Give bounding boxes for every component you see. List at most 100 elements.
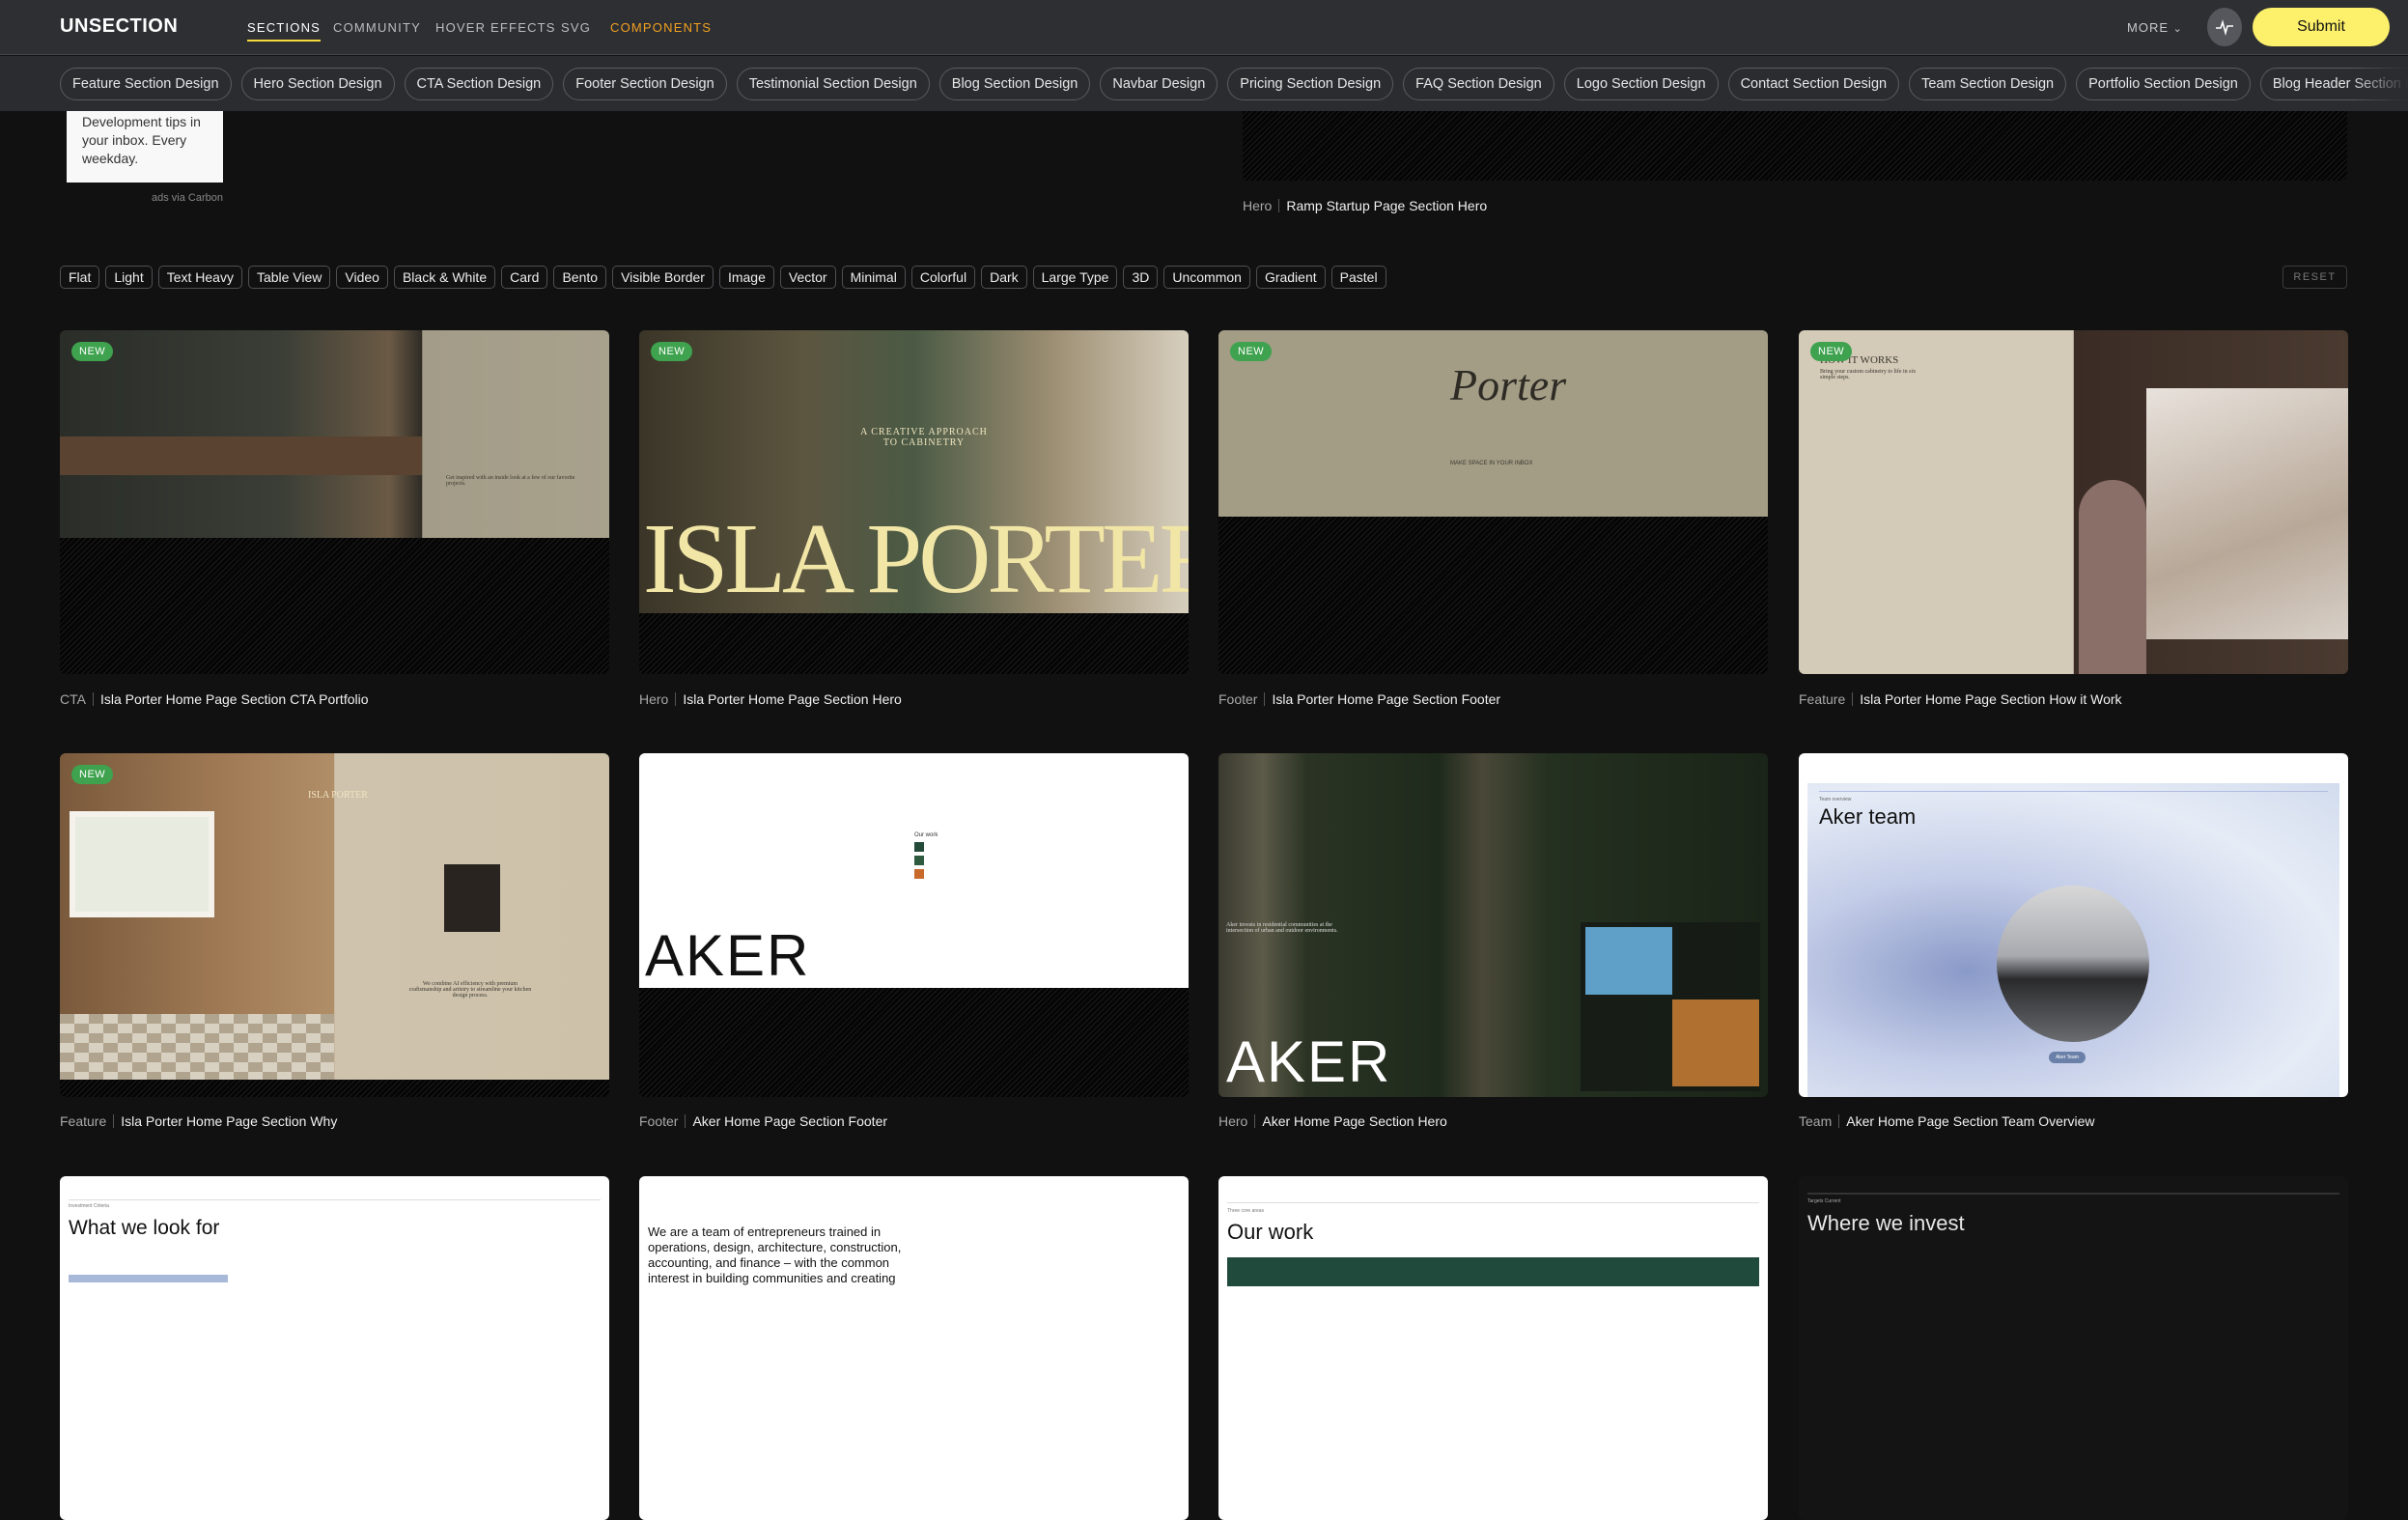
thumb-subtitle: Team overview [1819,797,1852,802]
caption-title: Aker Home Page Section Hero [1262,1113,1447,1129]
filter-chip[interactable]: Bento [553,266,607,289]
ad-note[interactable]: ads via Carbon [97,192,223,204]
category-chip[interactable]: Contact Section Design [1727,68,1900,100]
thumb-button: Aker Team [2049,1052,2086,1063]
filter-chip[interactable]: Pastel [1330,266,1386,289]
caption-title: Ramp Startup Page Section Hero [1286,198,1488,213]
filter-chip[interactable]: Card [501,266,548,289]
category-chip[interactable]: FAQ Section Design [1403,68,1554,100]
filter-chip[interactable]: Gradient [1255,266,1326,289]
nav-sections[interactable]: SECTIONS [247,20,322,42]
card-team-entrepreneurs[interactable]: We are a team of entrepreneurs trained i… [639,1176,1189,1520]
card-footer-isla[interactable]: Porter MAKE SPACE IN YOUR INBOX NEW [1218,330,1768,674]
filter-chip[interactable]: Text Heavy [157,266,242,289]
category-chip[interactable]: Footer Section Design [563,68,727,100]
caption-category: CTA [60,691,86,707]
category-chip[interactable]: Blog Section Design [938,68,1091,100]
filter-chip[interactable]: Black & White [393,266,496,289]
filter-chip[interactable]: Large Type [1032,266,1118,289]
card-hero-isla[interactable]: A CREATIVE APPROACH TO CABINETRY ISLA PO… [639,330,1189,674]
thumb-subtitle: Targets Current [1807,1198,1841,1204]
thumb-subtitle: Investment Criteria [69,1203,109,1209]
caption-category: Feature [60,1113,107,1129]
new-badge: NEW [651,342,693,361]
thumb-subtitle: MAKE SPACE IN YOUR INBOX [1450,461,1533,466]
caption-category: Feature [1799,691,1846,707]
filter-chip[interactable]: 3D [1123,266,1159,289]
card-caption[interactable]: CTA Isla Porter Home Page Section CTA Por… [60,691,369,707]
category-chip[interactable]: Hero Section Design [240,68,395,100]
category-chip[interactable]: Portfolio Section Design [2076,68,2251,100]
card-team-aker[interactable]: Team overview Aker team Aker Team [1799,753,2348,1097]
thumb-text: What we look for [69,1217,220,1239]
top-item-thumbnail[interactable] [1243,111,2347,181]
new-badge: NEW [71,342,114,361]
category-chip[interactable]: Blog Header Section Design [2259,68,2408,100]
caption-title: Isla Porter Home Page Section How it Wor… [1860,691,2122,707]
card-caption[interactable]: Hero Aker Home Page Section Hero [1218,1113,1447,1129]
filter-bar: Flat Light Text Heavy Table View Video Black … [60,266,1386,289]
filter-chip[interactable]: Video [336,266,388,289]
card-feature-why[interactable]: ISLA PORTER We combine AI efficiency wit… [60,753,609,1097]
card-caption[interactable]: Team Aker Home Page Section Team Overview [1799,1113,2095,1129]
category-chip[interactable]: Pricing Section Design [1227,68,1394,100]
card-our-work[interactable]: Three core areas Our work [1218,1176,1768,1520]
logo[interactable]: UNSECTION [60,15,178,38]
top-header: UNSECTION SECTIONS COMMUNITY HOVER EFFEC… [0,0,2408,55]
activity-button[interactable] [2207,8,2242,46]
card-caption[interactable]: Feature Isla Porter Home Page Section Why [60,1113,337,1129]
thumb-text: We are a team of entrepreneurs trained i… [648,1224,902,1285]
thumb-subtitle: We combine AI efficiency with premium cr… [408,981,532,999]
carbon-ad[interactable]: Development tips in your inbox. Every we… [67,111,223,183]
category-bar: Feature Section Design Hero Section Desig… [0,56,2408,111]
card-caption[interactable]: Hero Isla Porter Home Page Section Hero [639,691,902,707]
card-footer-aker[interactable]: Our work AKER [639,753,1189,1097]
filter-chip[interactable]: Flat [60,266,100,289]
caption-category: Hero [1243,198,1273,213]
thumb-subtitle: Aker invests in residential communities … [1226,922,1338,934]
category-chip[interactable]: Testimonial Section Design [736,68,930,100]
more-menu[interactable]: MORE ⌄ [2127,20,2183,35]
category-chip[interactable]: Feature Section Design [60,68,232,100]
filter-chip[interactable]: Uncommon [1163,266,1250,289]
filter-chip[interactable]: Colorful [910,266,976,289]
card-cta-portfolio[interactable]: Get inspired with an inside look at a fe… [60,330,609,674]
filter-chip[interactable]: Visible Border [612,266,714,289]
card-caption[interactable]: Footer Isla Porter Home Page Section Foot… [1218,691,1500,707]
reset-button[interactable]: RESET [2282,266,2347,289]
submit-button[interactable]: Submit [2253,8,2390,46]
thumb-text: Get inspired with an inside look at a fe… [446,475,575,487]
category-chip[interactable]: Logo Section Design [1563,68,1719,100]
filter-chip[interactable]: Light [105,266,153,289]
thumb-subtitle: Three core areas [1227,1208,1265,1214]
thumb-subtitle: Bring your custom cabinetry to life in s… [1820,369,1917,380]
thumb-text: Porter [1450,360,1567,409]
filter-chip[interactable]: Vector [779,266,836,289]
filter-chip[interactable]: Table View [247,266,331,289]
nav-hover-effects[interactable]: HOVER EFFECTS [435,20,556,35]
caption-category: Footer [639,1113,679,1129]
caption-title: Isla Porter Home Page Section Hero [683,691,902,707]
card-hero-aker[interactable]: Aker invests in residential communities … [1218,753,1768,1097]
thumb-text: ISLA PORTER [308,790,368,801]
card-caption[interactable]: Feature Isla Porter Home Page Section How… [1799,691,2122,707]
nav-community[interactable]: COMMUNITY [333,20,421,35]
card-caption[interactable]: Footer Aker Home Page Section Footer [639,1113,887,1129]
caption-category: Footer [1218,691,1258,707]
nav-svg[interactable]: SVG [561,20,591,35]
thumb-text: AKER [1226,1029,1392,1094]
filter-chip[interactable]: Minimal [841,266,906,289]
card-what-we-look-for[interactable]: Investment Criteria What we look for [60,1176,609,1520]
thumb-text: Where we invest [1807,1211,1965,1235]
thumb-text: ISLA PORTER [643,503,1189,614]
filter-chip[interactable]: Dark [981,266,1027,289]
nav-components[interactable]: COMPONENTS [610,20,712,35]
card-feature-how[interactable]: HOW IT WORKS Bring your custom cabinetry… [1799,330,2348,674]
category-chip[interactable]: Team Section Design [1909,68,2067,100]
caption-title: Aker Home Page Section Team Overview [1846,1113,2095,1129]
category-chip[interactable]: Navbar Design [1100,68,1218,100]
category-chip[interactable]: CTA Section Design [404,68,554,100]
top-item-caption[interactable]: Hero Ramp Startup Page Section Hero [1243,198,1487,213]
card-where-we-invest[interactable]: Targets Current Where we invest [1799,1176,2348,1520]
filter-chip[interactable]: Image [718,266,774,289]
